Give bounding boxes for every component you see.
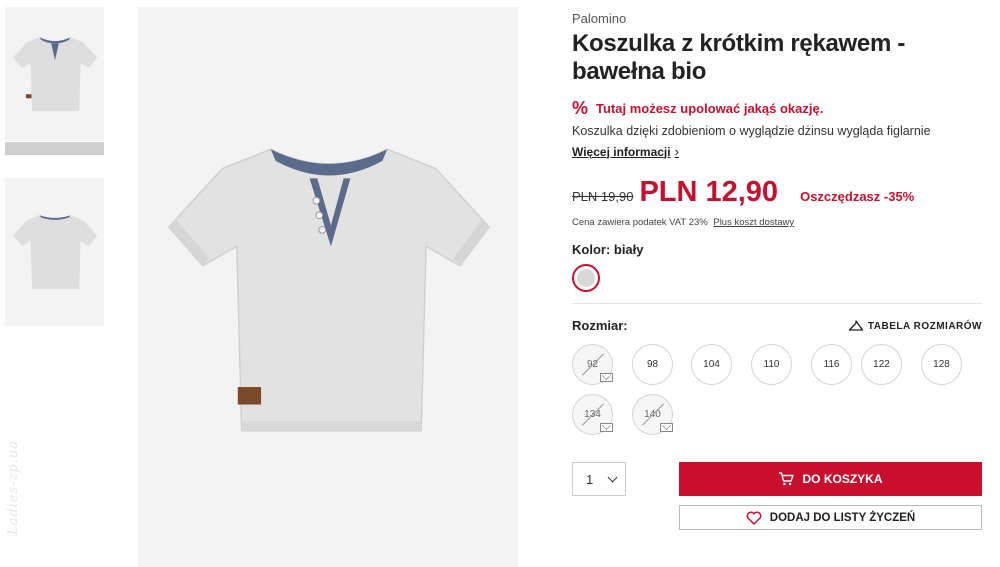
divider <box>572 303 982 304</box>
heart-icon <box>746 511 762 525</box>
size-option[interactable]: 134 <box>572 394 613 435</box>
thumbnail-front[interactable] <box>5 7 104 141</box>
quantity-select[interactable]: 1 <box>572 462 626 496</box>
deal-text: Tutaj możesz upolować jakąś okazję. <box>596 101 824 116</box>
color-label: Kolor: biały <box>572 242 644 257</box>
size-table-label: TABELA ROZMIARÓW <box>867 320 982 332</box>
savings-label: Oszczędzasz -35% <box>800 189 915 204</box>
add-to-wishlist-label: DODAJ DO LISTY ŻYCZEŃ <box>769 511 916 524</box>
cart-icon <box>779 472 795 486</box>
product-page: Ladies-zp.ua Palomino Koszulka z krótkim… <box>0 0 1000 567</box>
product-description: Koszulka dzięki zdobieniom o wyglądzie d… <box>572 124 931 138</box>
thumbnail-back[interactable] <box>5 178 104 326</box>
size-option-label: 92 <box>586 359 599 370</box>
size-option[interactable]: 110 <box>751 344 792 385</box>
size-option[interactable]: 128 <box>921 344 962 385</box>
more-info-link[interactable]: Więcej informacji › <box>572 144 679 159</box>
mail-icon <box>660 423 673 432</box>
size-option[interactable]: 92 <box>572 344 613 385</box>
size-option[interactable]: 140 <box>632 394 673 435</box>
chevron-right-icon: › <box>674 144 679 159</box>
quantity-value: 1 <box>586 471 594 487</box>
price-block: PLN 19,90 PLN 12,90 Oszczędzasz -35% <box>572 176 914 209</box>
size-option[interactable]: 104 <box>691 344 732 385</box>
add-to-wishlist-button[interactable]: DODAJ DO LISTY ŻYCZEŃ <box>679 505 982 530</box>
percent-icon: % <box>572 98 589 118</box>
tshirt-front-image <box>167 148 491 432</box>
size-option-label: 128 <box>933 359 950 370</box>
size-option-label: 134 <box>584 409 601 420</box>
watermark: Ladies-zp.ua <box>6 440 21 536</box>
mail-icon <box>600 423 613 432</box>
product-title: Koszulka z krótkim rękawem - bawełna bio <box>572 30 906 85</box>
chevron-down-icon <box>607 472 618 482</box>
swatch-fill <box>577 269 595 287</box>
size-option-label: 116 <box>823 359 840 370</box>
main-product-image[interactable] <box>138 7 518 567</box>
thumbnail-active-indicator <box>5 142 104 155</box>
color-swatch-white[interactable] <box>572 264 600 292</box>
size-option-label: 140 <box>644 409 661 420</box>
size-option-label: 110 <box>763 359 780 370</box>
size-label: Rozmiar: <box>572 318 628 333</box>
vat-note: Cena zawiera podatek VAT 23% Plus koszt … <box>572 217 794 228</box>
current-price: PLN 12,90 <box>639 176 779 208</box>
more-info-label: Więcej informacji <box>572 144 671 159</box>
mail-icon <box>600 373 613 382</box>
shipping-cost-link[interactable]: Plus koszt dostawy <box>713 217 794 228</box>
size-option-label: 98 <box>646 359 659 370</box>
size-option[interactable]: 122 <box>861 344 902 385</box>
size-option[interactable]: 116 <box>811 344 852 385</box>
tshirt-back-thumb-image <box>12 215 97 289</box>
brand-name[interactable]: Palomino <box>572 11 626 26</box>
old-price: PLN 19,90 <box>572 189 634 204</box>
vat-text: Cena zawiera podatek VAT 23% <box>572 217 708 228</box>
size-option[interactable]: 98 <box>632 344 673 385</box>
deal-banner: % Tutaj możesz upolować jakąś okazję. <box>572 98 823 119</box>
size-option-label: 104 <box>703 359 720 370</box>
hanger-icon <box>848 320 864 331</box>
add-to-cart-label: DO KOSZYKA <box>802 472 883 486</box>
add-to-cart-button[interactable]: DO KOSZYKA <box>679 462 982 496</box>
size-table-link[interactable]: TABELA ROZMIARÓW <box>848 320 982 332</box>
size-option-label: 122 <box>873 359 890 370</box>
tshirt-front-thumb-image <box>12 37 97 111</box>
